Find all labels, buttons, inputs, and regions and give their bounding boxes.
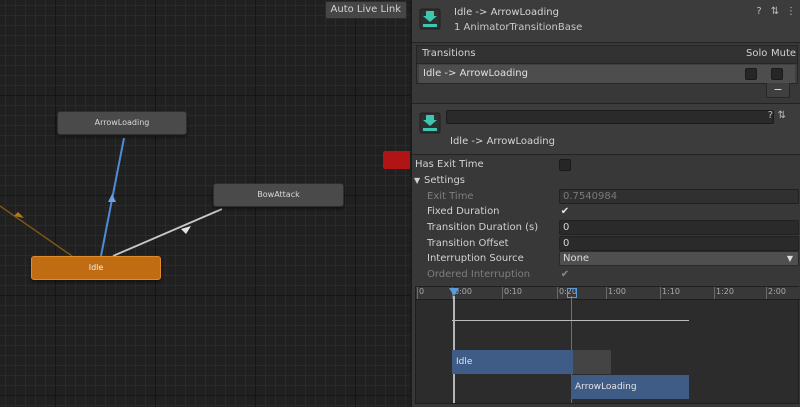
state-offscreen-red[interactable] [383,151,410,169]
interruption-source-row: Interruption Source None ▼ [412,251,800,267]
transition-title: Idle -> ArrowLoading [450,136,555,147]
transition-icon [419,8,441,30]
fixed-duration-checkbox[interactable]: ✔ [559,206,571,218]
transitions-header: Transitions Solo Mute [416,45,798,63]
interruption-source-value: None [563,253,590,264]
solo-label: Solo [746,48,768,59]
tick-label: 1:20 [714,287,734,299]
interruption-source-dropdown[interactable]: None ▼ [559,251,799,266]
settings-expand-icon[interactable]: ▼ [414,176,420,185]
exit-time-label: Exit Time [427,191,474,202]
transition-item-name: Idle -> ArrowLoading [423,68,528,79]
solo-checkbox[interactable] [745,68,757,80]
ordered-interruption-row: Ordered Interruption ✔ [412,267,800,283]
timeline-ruler: 0 0:00 0:10 0:20 1:00 1:10 1:20 2:00 [416,287,800,300]
animator-graph[interactable]: Auto Live Link ArrowLoading BowAttack Id… [0,0,410,407]
tick-label: 0:10 [502,287,522,299]
transition-duration-label: Transition Duration (s) [427,222,539,233]
preset-icon-2[interactable]: ⇅ [778,110,786,121]
mute-checkbox[interactable] [771,68,783,80]
has-exit-time-checkbox[interactable] [559,159,571,171]
idle-to-arrowloading-arrow [108,194,116,202]
inspector-subtitle: 1 AnimatorTransitionBase [454,22,583,33]
transition-duration-input[interactable]: 0 [559,220,799,235]
state-arrowloading[interactable]: ArrowLoading [57,111,187,135]
transition-offset-input[interactable]: 0 [559,236,799,251]
auto-live-link-button[interactable]: Auto Live Link [324,1,407,19]
help-icon[interactable]: ? [754,6,764,17]
has-exit-time-label: Has Exit Time [415,159,484,170]
tick-label: 1:10 [660,287,680,299]
settings-row[interactable]: ▼ Settings [412,173,800,189]
has-exit-time-row: Has Exit Time [412,157,800,173]
tick-label: 0 [416,287,425,299]
ordered-interruption-checkbox: ✔ [560,269,570,280]
tick-label: 2:00 [766,287,786,299]
mute-label: Mute [771,48,797,59]
inspector-panel: Idle -> ArrowLoading 1 AnimatorTransitio… [410,0,800,407]
idle-clip-tail [573,350,611,374]
transition-section: ? ⇅ Idle -> ArrowLoading [412,103,800,155]
transition-duration-row: Transition Duration (s) 0 [412,220,800,236]
settings-label[interactable]: Settings [424,175,465,186]
idle-to-bowattack-line[interactable] [112,208,223,257]
transition-timeline[interactable]: 0 0:00 0:10 0:20 1:00 1:10 1:20 2:00 Idl… [415,286,800,404]
transition-offset-row: Transition Offset 0 [412,236,800,252]
entry-transition-line [0,205,73,257]
idle-clip-bar[interactable]: Idle [452,350,573,374]
weight-curve-line [452,320,689,321]
inspector-header: Idle -> ArrowLoading 1 AnimatorTransitio… [412,0,800,43]
exit-time-row: Exit Time 0.7540984 [412,189,800,205]
state-bowattack[interactable]: BowAttack [213,183,344,207]
transitions-list: Idle -> ArrowLoading [416,63,798,84]
end-marker-icon[interactable] [567,288,577,298]
arrowloading-clip-bar[interactable]: ArrowLoading [571,375,689,399]
transition-name-input[interactable] [446,110,774,124]
preset-icon[interactable]: ⇅ [770,6,780,17]
inspector-title: Idle -> ArrowLoading [454,7,559,18]
fixed-duration-label: Fixed Duration [427,206,500,217]
fixed-duration-row: Fixed Duration ✔ [412,204,800,220]
help-icon-2[interactable]: ? [768,110,773,121]
chevron-down-icon: ▼ [786,254,793,263]
more-icon[interactable]: ⋮ [786,6,796,17]
transition-icon-small [419,112,441,134]
transition-lines [0,137,223,257]
tick-label: 1:00 [606,287,626,299]
exit-time-input: 0.7540984 [559,189,799,204]
transitions-label: Transitions [422,48,476,59]
transition-list-item[interactable]: Idle -> ArrowLoading [419,65,795,83]
idle-to-bowattack-arrow [181,226,191,234]
ordered-interruption-label: Ordered Interruption [427,269,531,280]
state-idle[interactable]: Idle [31,256,161,280]
start-marker-icon[interactable] [449,288,459,296]
transition-offset-label: Transition Offset [427,238,509,249]
interruption-source-label: Interruption Source [427,253,524,264]
remove-transition-button[interactable]: − [766,83,790,98]
